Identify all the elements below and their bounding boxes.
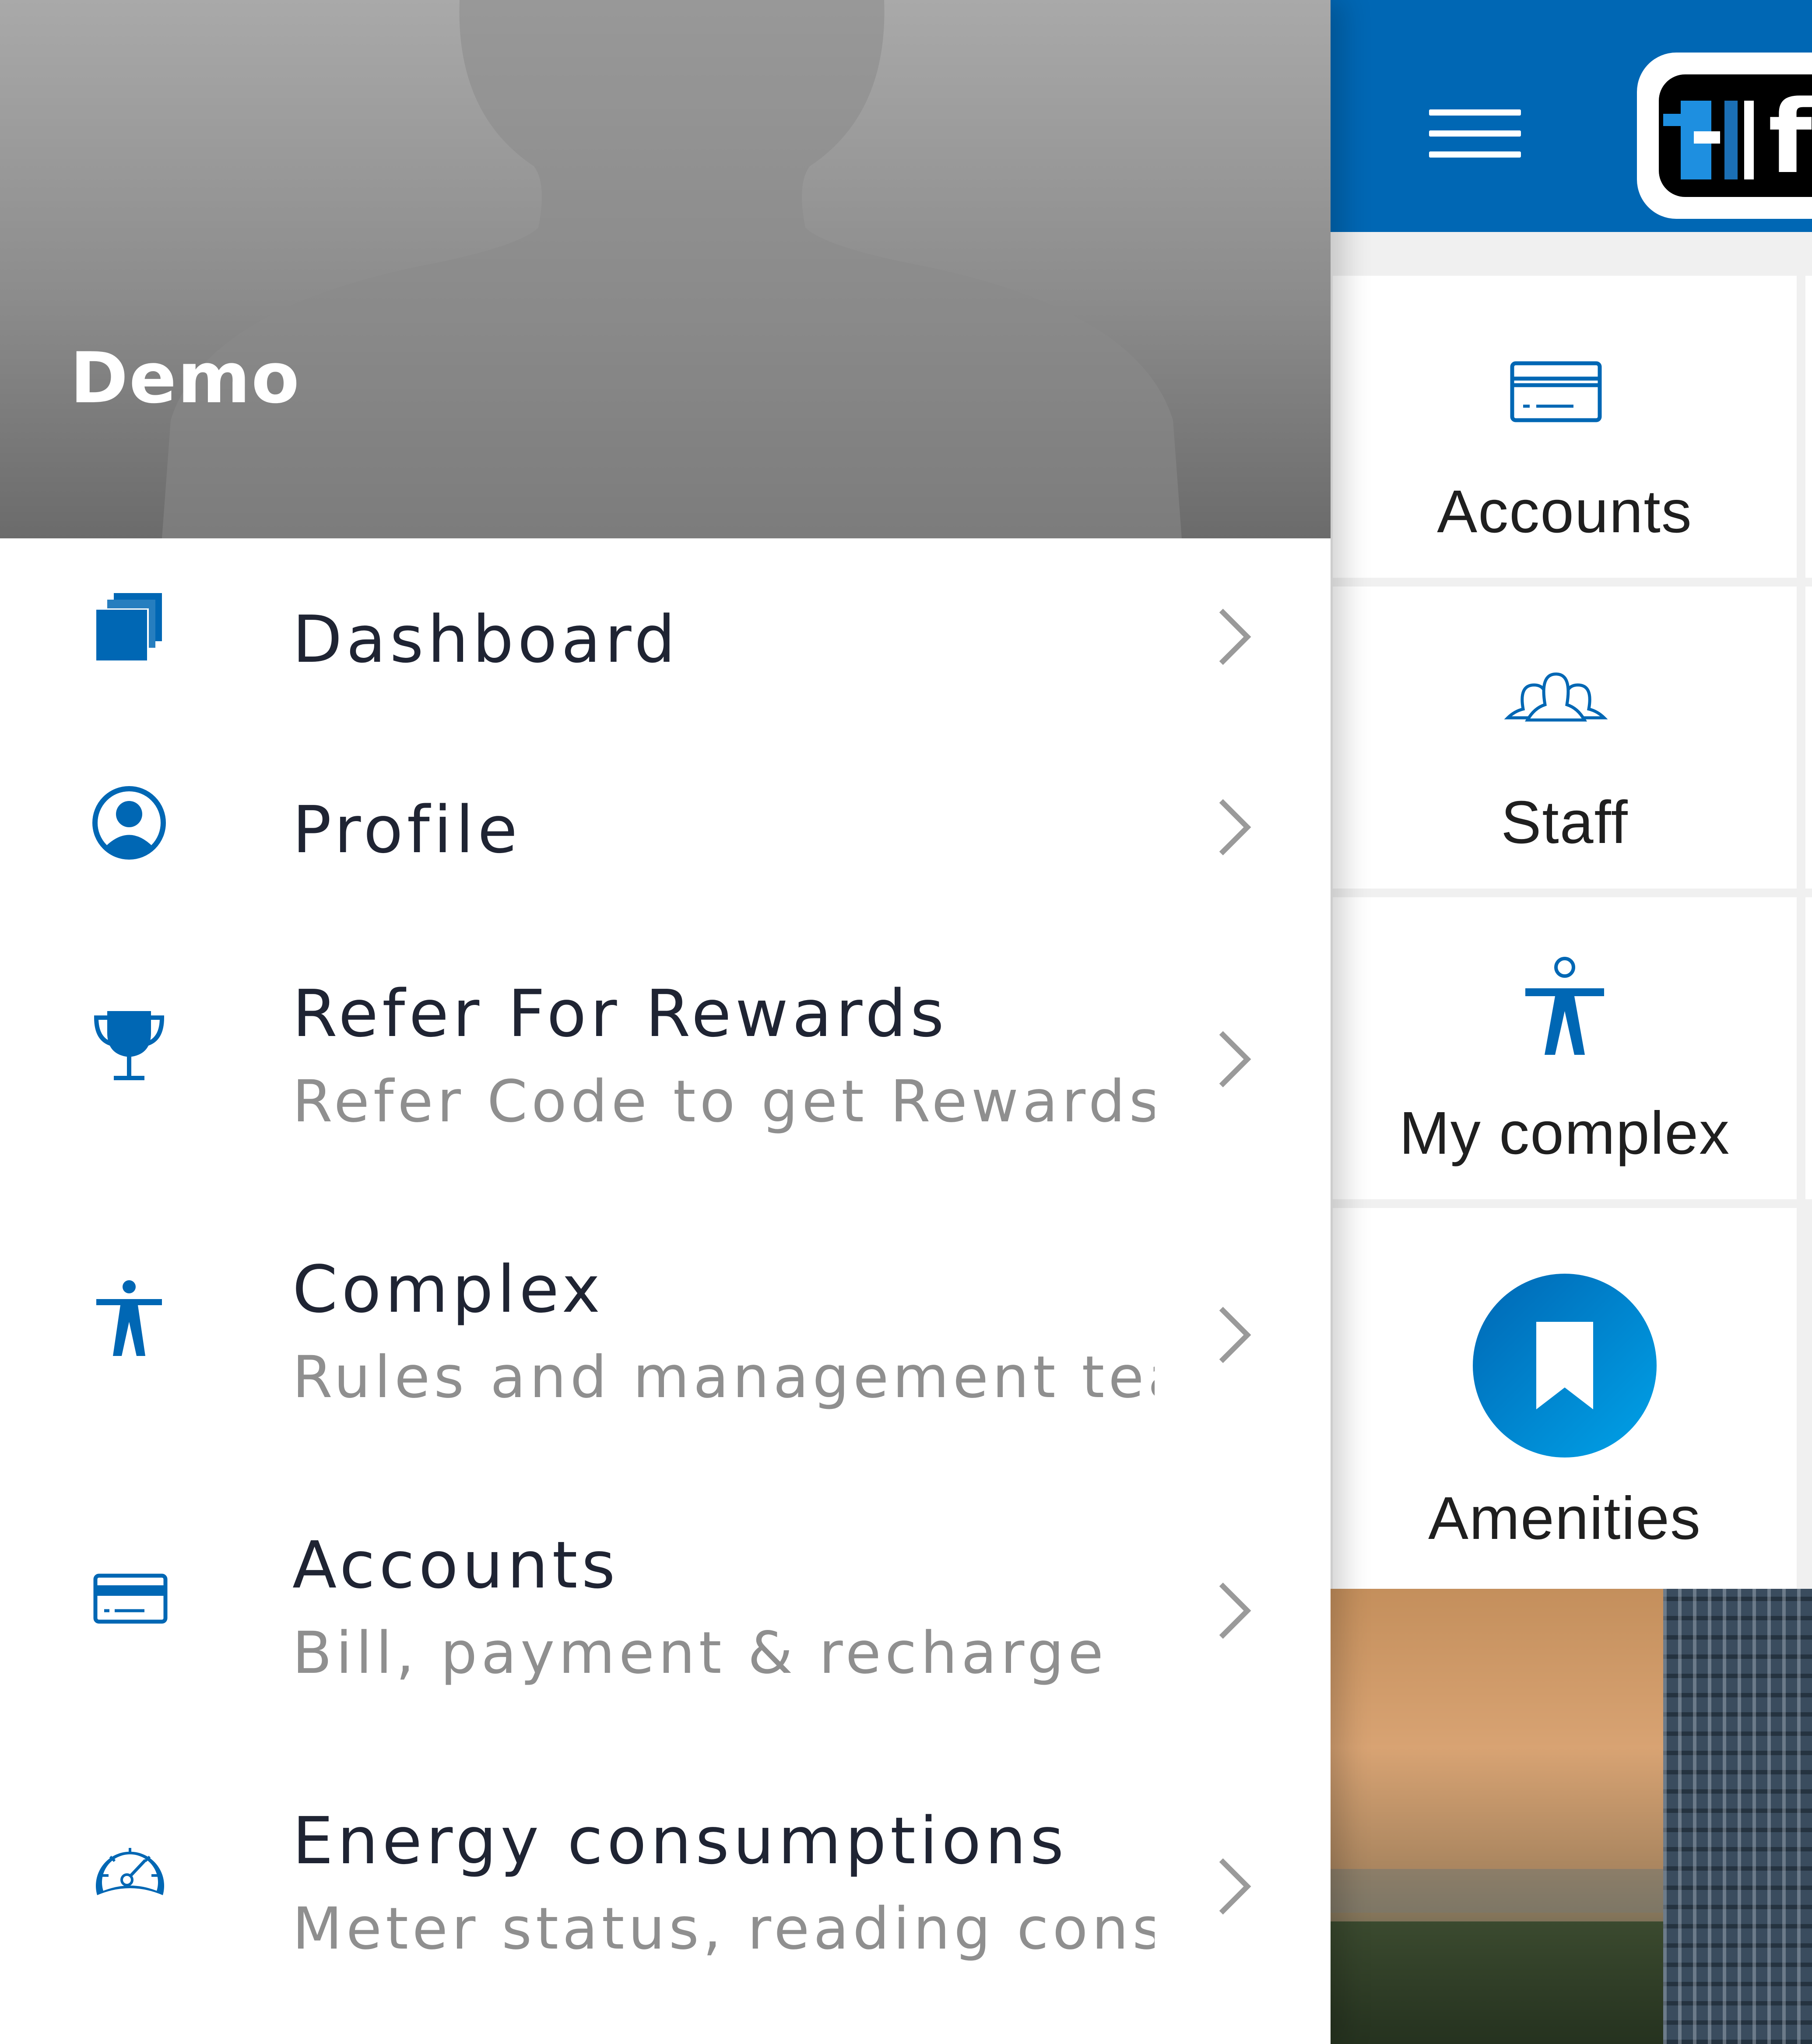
menu-item-title: Complex bbox=[292, 1252, 604, 1327]
hamburger-menu-icon[interactable] bbox=[1429, 105, 1528, 162]
tile-accounts-label: Accounts bbox=[1437, 478, 1693, 545]
stacked-squares-icon bbox=[96, 593, 162, 661]
menu-item-refer-for-rewards[interactable]: Refer For Rewards Refer Code to get Rewa… bbox=[0, 932, 1331, 1177]
drawer-header: Demo bbox=[0, 0, 1331, 538]
menu-item-profile[interactable]: Profile bbox=[0, 735, 1331, 919]
tile-amenities[interactable]: Amenities bbox=[1333, 1208, 1797, 1589]
tile-edge bbox=[1805, 587, 1812, 889]
app-bar: f bbox=[1331, 0, 1812, 232]
credit-card-icon bbox=[1510, 361, 1602, 422]
accessibility-person-icon bbox=[96, 1280, 162, 1356]
menu-item-energy-consumptions[interactable]: Energy consumptions Meter status, readin… bbox=[0, 1760, 1331, 2005]
chevron-right-icon bbox=[1219, 1582, 1251, 1639]
chevron-right-icon bbox=[1219, 1858, 1251, 1915]
tile-edge bbox=[1805, 897, 1812, 1199]
tile-staff-label: Staff bbox=[1501, 789, 1629, 856]
trophy-icon bbox=[94, 1011, 165, 1080]
menu-item-subtitle: Bill, payment & recharge bbox=[292, 1619, 1108, 1687]
speedometer-icon bbox=[96, 1848, 164, 1895]
menu-item-complex[interactable]: Complex Rules and management team bbox=[0, 1208, 1331, 1453]
chevron-right-icon bbox=[1219, 608, 1251, 665]
menu-item-dashboard[interactable]: Dashboard bbox=[0, 541, 1331, 729]
menu-item-title: Energy consumptions bbox=[292, 1803, 1068, 1879]
hero-city-image bbox=[1331, 1589, 1812, 2044]
menu-item-title: Profile bbox=[292, 792, 522, 867]
credit-card-icon bbox=[93, 1573, 168, 1624]
tile-my-complex[interactable]: My complex bbox=[1333, 897, 1797, 1199]
chevron-right-icon bbox=[1219, 1031, 1251, 1088]
chevron-right-icon bbox=[1219, 1306, 1251, 1363]
user-name: Demo bbox=[70, 337, 300, 419]
tile-staff[interactable]: Staff bbox=[1333, 587, 1797, 889]
menu-item-title: Accounts bbox=[292, 1528, 619, 1603]
chevron-right-icon bbox=[1219, 799, 1251, 856]
menu-item-accounts[interactable]: Accounts Bill, payment & recharge bbox=[0, 1484, 1331, 1729]
tile-edge bbox=[1805, 276, 1812, 578]
navigation-drawer: Demo Dashboard Profile Refer For Rewards… bbox=[0, 0, 1331, 2044]
bookmark-circle-icon bbox=[1473, 1274, 1657, 1457]
avatar-silhouette-icon bbox=[162, 0, 1182, 538]
menu-item-title: Refer For Rewards bbox=[292, 976, 948, 1051]
tile-my-complex-label: My complex bbox=[1399, 1099, 1731, 1167]
tile-accounts[interactable]: Accounts bbox=[1333, 276, 1797, 578]
accessibility-person-icon bbox=[1525, 957, 1604, 1055]
app-logo: f bbox=[1637, 53, 1812, 219]
menu-item-subtitle: Meter status, reading consumption bbox=[292, 1895, 1155, 1963]
menu-item-title: Dashboard bbox=[292, 602, 679, 677]
menu-item-subtitle: Rules and management team bbox=[292, 1344, 1155, 1411]
tile-amenities-label: Amenities bbox=[1428, 1485, 1701, 1552]
people-group-icon bbox=[1504, 672, 1608, 722]
menu-item-subtitle: Refer Code to get Rewards bbox=[292, 1068, 1155, 1135]
user-circle-icon bbox=[92, 786, 166, 860]
home-screen-background: f Accounts Staff My complex Amenities bbox=[1331, 0, 1812, 2044]
